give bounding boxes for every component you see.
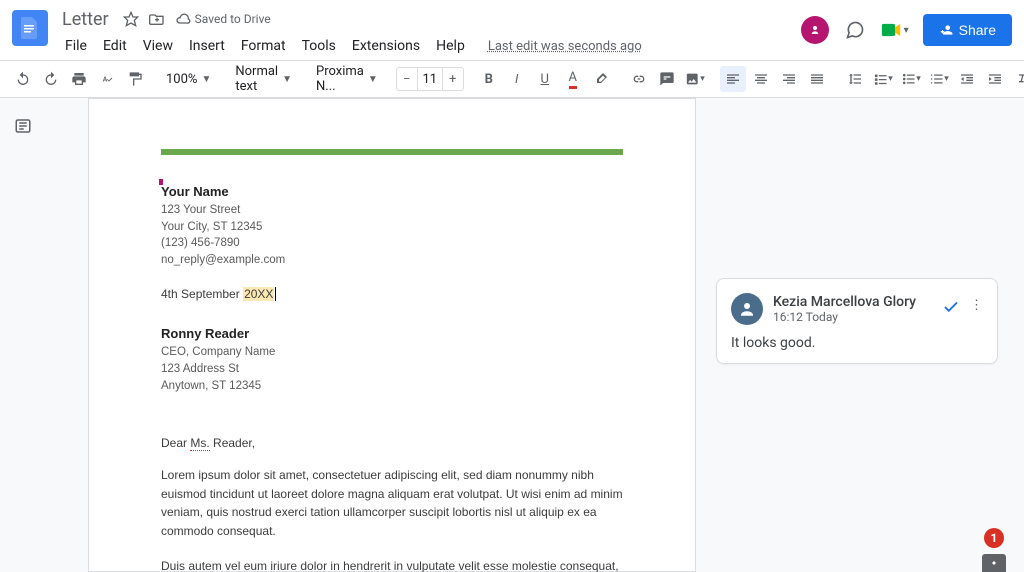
style-select[interactable]: Normal text▼ bbox=[229, 66, 298, 92]
template-accent-bar bbox=[161, 149, 623, 155]
highlight-button[interactable] bbox=[588, 66, 614, 92]
greeting[interactable]: Dear Ms. Reader, bbox=[161, 436, 623, 450]
cloud-status[interactable]: Saved to Drive bbox=[175, 11, 271, 27]
bold-button[interactable]: B bbox=[476, 66, 502, 92]
sender-email[interactable]: no_reply@example.com bbox=[161, 252, 623, 269]
comment-text: It looks good. bbox=[731, 335, 983, 351]
recipient-block: Ronny Reader CEO, Company Name 123 Addre… bbox=[161, 325, 623, 394]
comment-meta: Kezia Marcellova Glory 16:12 Today bbox=[773, 294, 932, 324]
workspace: Your Name 123 Your Street Your City, ST … bbox=[0, 98, 1024, 572]
date-highlighted: 20XX bbox=[243, 287, 274, 301]
page[interactable]: Your Name 123 Your Street Your City, ST … bbox=[88, 98, 696, 572]
sender-name[interactable]: Your Name bbox=[161, 184, 229, 199]
outline-toggle-button[interactable] bbox=[9, 112, 37, 140]
insert-comment-button[interactable] bbox=[654, 66, 680, 92]
menu-view[interactable]: View bbox=[136, 34, 180, 58]
notification-badge[interactable]: 1 bbox=[984, 528, 1004, 548]
header-actions: ▾ Share bbox=[801, 8, 1012, 46]
comment-avatar bbox=[731, 293, 763, 325]
menu-tools[interactable]: Tools bbox=[295, 34, 343, 58]
align-justify-button[interactable] bbox=[804, 66, 830, 92]
redo-button[interactable] bbox=[38, 66, 64, 92]
align-center-button[interactable] bbox=[748, 66, 774, 92]
docs-logo[interactable] bbox=[12, 10, 48, 46]
menu-file[interactable]: File bbox=[58, 34, 94, 58]
insert-image-button[interactable]: ▾ bbox=[682, 66, 708, 92]
recipient-city[interactable]: Anytown, ST 12345 bbox=[161, 378, 623, 395]
resolve-comment-button[interactable] bbox=[942, 298, 960, 320]
sender-block: Your Name 123 Your Street Your City, ST … bbox=[161, 183, 623, 269]
menubar: File Edit View Insert Format Tools Exten… bbox=[58, 34, 801, 58]
font-size-control: − 11 + bbox=[396, 67, 464, 91]
comment-time: 16:12 Today bbox=[773, 310, 932, 324]
font-select[interactable]: Proxima N...▼ bbox=[310, 66, 384, 92]
font-size-increase[interactable]: + bbox=[443, 72, 463, 87]
font-size-value[interactable]: 11 bbox=[417, 68, 443, 90]
menu-format[interactable]: Format bbox=[234, 34, 293, 58]
app-header: Letter Saved to Drive File Edit View Ins… bbox=[0, 0, 1024, 60]
italic-button[interactable]: I bbox=[504, 66, 530, 92]
align-left-button[interactable] bbox=[720, 66, 746, 92]
collaborator-cursor bbox=[159, 179, 163, 185]
date-row[interactable]: 4th September 20XX bbox=[161, 287, 623, 302]
share-label: Share bbox=[959, 22, 996, 38]
saved-status-text: Saved to Drive bbox=[195, 12, 271, 26]
menu-insert[interactable]: Insert bbox=[182, 34, 232, 58]
spellcheck-button[interactable] bbox=[94, 66, 120, 92]
sender-city[interactable]: Your City, ST 12345 bbox=[161, 219, 623, 236]
numbered-list-button[interactable]: ▾ bbox=[926, 66, 952, 92]
text-color-button[interactable]: A bbox=[560, 66, 586, 92]
clear-formatting-button[interactable] bbox=[1010, 66, 1024, 92]
body-paragraph-2[interactable]: Duis autem vel eum iriure dolor in hendr… bbox=[161, 557, 623, 572]
last-edit-link[interactable]: Last edit was seconds ago bbox=[488, 39, 642, 54]
person-add-icon bbox=[939, 23, 953, 37]
document-title[interactable]: Letter bbox=[58, 9, 113, 30]
comment-more-button[interactable]: ⋮ bbox=[970, 298, 983, 320]
move-icon[interactable] bbox=[149, 11, 165, 27]
explore-button[interactable] bbox=[982, 554, 1006, 572]
font-size-decrease[interactable]: − bbox=[397, 72, 417, 87]
recipient-street[interactable]: 123 Address St bbox=[161, 361, 623, 378]
outline-sidebar bbox=[0, 98, 46, 572]
meet-icon[interactable]: ▾ bbox=[881, 18, 909, 42]
recipient-title[interactable]: CEO, Company Name bbox=[161, 344, 623, 361]
recipient-name[interactable]: Ronny Reader bbox=[161, 325, 623, 344]
paint-format-button[interactable] bbox=[122, 66, 148, 92]
insert-link-button[interactable] bbox=[626, 66, 652, 92]
underline-button[interactable]: U bbox=[532, 66, 558, 92]
print-button[interactable] bbox=[66, 66, 92, 92]
checklist-button[interactable]: ▾ bbox=[870, 66, 896, 92]
body-paragraph-1[interactable]: Lorem ipsum dolor sit amet, consectetuer… bbox=[161, 466, 623, 540]
star-icon[interactable] bbox=[123, 11, 139, 27]
sender-street[interactable]: 123 Your Street bbox=[161, 202, 623, 219]
collaborator-avatar[interactable] bbox=[801, 16, 829, 44]
title-area: Letter Saved to Drive File Edit View Ins… bbox=[58, 8, 801, 58]
bulleted-list-button[interactable]: ▾ bbox=[898, 66, 924, 92]
share-button[interactable]: Share bbox=[923, 14, 1012, 46]
undo-button[interactable] bbox=[10, 66, 36, 92]
date-prefix: 4th September bbox=[161, 287, 243, 301]
cloud-icon bbox=[175, 11, 191, 27]
toolbar: 100%▼ Normal text▼ Proxima N...▼ − 11 + … bbox=[0, 60, 1024, 98]
menu-extensions[interactable]: Extensions bbox=[345, 34, 427, 58]
align-right-button[interactable] bbox=[776, 66, 802, 92]
text-cursor bbox=[275, 287, 276, 301]
menu-help[interactable]: Help bbox=[429, 34, 472, 58]
comment-history-icon[interactable] bbox=[843, 18, 867, 42]
comment-author: Kezia Marcellova Glory bbox=[773, 294, 932, 310]
menu-edit[interactable]: Edit bbox=[96, 34, 134, 58]
spellcheck-underline: Ms. bbox=[190, 436, 209, 451]
increase-indent-button[interactable] bbox=[982, 66, 1008, 92]
sender-phone[interactable]: (123) 456-7890 bbox=[161, 235, 623, 252]
zoom-select[interactable]: 100%▼ bbox=[160, 66, 217, 92]
line-spacing-button[interactable] bbox=[842, 66, 868, 92]
comment-card[interactable]: Kezia Marcellova Glory 16:12 Today ⋮ It … bbox=[716, 278, 998, 364]
decrease-indent-button[interactable] bbox=[954, 66, 980, 92]
